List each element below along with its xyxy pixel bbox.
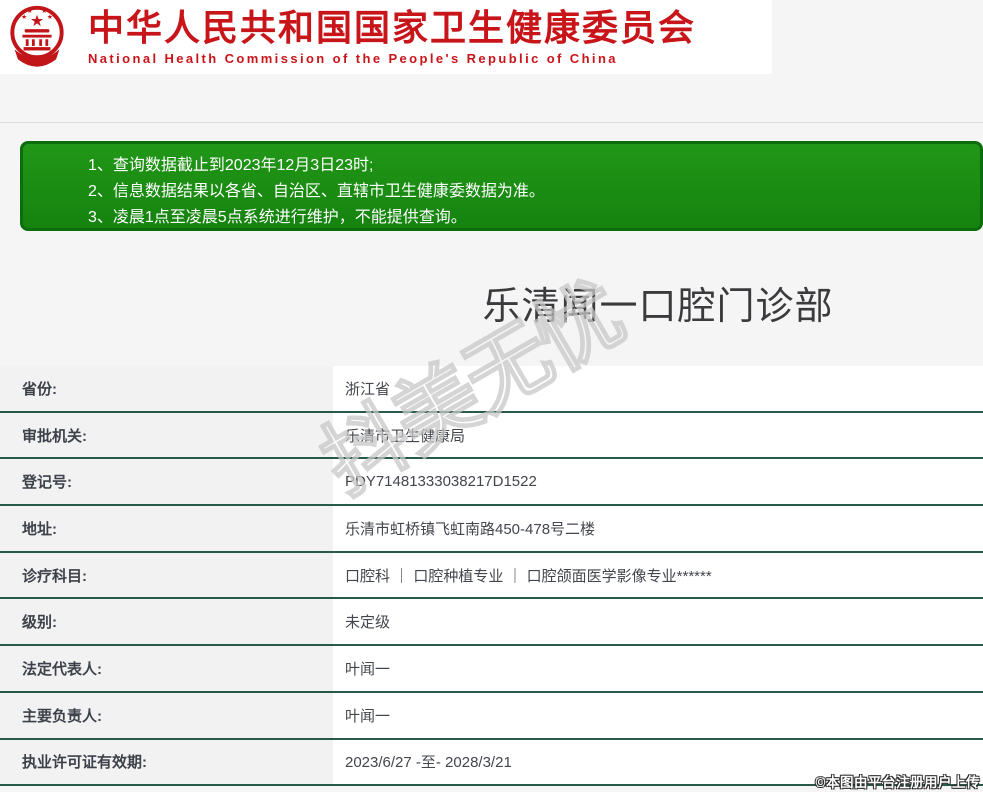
table-row-person-in-charge: 主要负责人: 叶闻一 xyxy=(0,692,983,740)
site-title-english: National Health Commission of the People… xyxy=(88,51,618,66)
row-label: 地址: xyxy=(0,506,333,551)
row-value: 乐清市虹桥镇飞虹南路450-478号二楼 xyxy=(333,506,983,551)
row-label: 执业许可证有效期: xyxy=(0,739,333,785)
row-value: 浙江省 xyxy=(333,366,983,411)
svg-text:★: ★ xyxy=(21,14,27,21)
row-label: 登记号: xyxy=(0,459,333,505)
svg-text:★: ★ xyxy=(27,8,33,15)
notice-line-3: 3、凌晨1点至凌晨5点系统进行维护，不能提供查询。 xyxy=(88,209,467,226)
notice-line-1: 1、查询数据截止到2023年12月3日23时; xyxy=(88,157,374,174)
table-row-legal-representative: 法定代表人: 叶闻一 xyxy=(0,646,983,693)
table-row-address: 地址: 乐清市虹桥镇飞虹南路450-478号二楼 xyxy=(0,506,983,553)
page: ★ ★ ★ ★ ★ 中华人民共和国国家卫生健康委员会 National Heal… xyxy=(0,0,983,792)
row-label: 主要负责人: xyxy=(0,692,333,738)
row-label: 法定代表人: xyxy=(0,646,333,691)
row-value: 乐清市卫生健康局 xyxy=(333,412,983,458)
site-header: ★ ★ ★ ★ ★ 中华人民共和国国家卫生健康委员会 National Heal… xyxy=(0,0,772,74)
site-title-chinese: 中华人民共和国国家卫生健康委员会 xyxy=(88,7,697,48)
table-row-medical-subjects: 诊疗科目: 口腔科 ｜ 口腔种植专业 ｜ 口腔颌面医学影像专业****** xyxy=(0,552,983,600)
row-value: 口腔科 ｜ 口腔种植专业 ｜ 口腔颌面医学影像专业****** xyxy=(333,552,983,598)
notice-line-2: 2、信息数据结果以各省、自治区、直辖市卫生健康委数据为准。 xyxy=(88,183,545,200)
row-value: 叶闻一 xyxy=(333,692,983,738)
clinic-name-title: 乐清闻一口腔门诊部 xyxy=(482,286,834,328)
header-titles: 中华人民共和国国家卫生健康委员会 National Health Commiss… xyxy=(88,7,697,67)
row-label: 诊疗科目: xyxy=(0,552,333,598)
row-value: 未定级 xyxy=(333,599,983,645)
table-row-level: 级别: 未定级 xyxy=(0,599,983,647)
row-label: 级别: xyxy=(0,599,333,645)
row-label: 省份: xyxy=(0,366,333,411)
clinic-info-table: 省份: 浙江省 审批机关: 乐清市卫生健康局 登记号: PDY714813330… xyxy=(0,366,983,787)
uploader-copyright-watermark: ©本图由平台注册用户上传 xyxy=(815,775,980,790)
china-national-emblem-icon: ★ ★ ★ ★ ★ xyxy=(10,5,64,67)
table-row-approval-authority: 审批机关: 乐清市卫生健康局 xyxy=(0,412,983,460)
header-divider xyxy=(0,122,983,123)
svg-text:★: ★ xyxy=(47,14,53,21)
query-notice-box: 1、查询数据截止到2023年12月3日23时; 2、信息数据结果以各省、自治区、… xyxy=(20,141,983,231)
svg-text:★: ★ xyxy=(30,13,44,30)
table-row-registration-number: 登记号: PDY71481333038217D1522 xyxy=(0,459,983,507)
row-value: PDY71481333038217D1522 xyxy=(333,459,983,505)
row-value: 叶闻一 xyxy=(333,646,983,691)
row-label: 审批机关: xyxy=(0,412,333,458)
table-row-province: 省份: 浙江省 xyxy=(0,366,983,413)
